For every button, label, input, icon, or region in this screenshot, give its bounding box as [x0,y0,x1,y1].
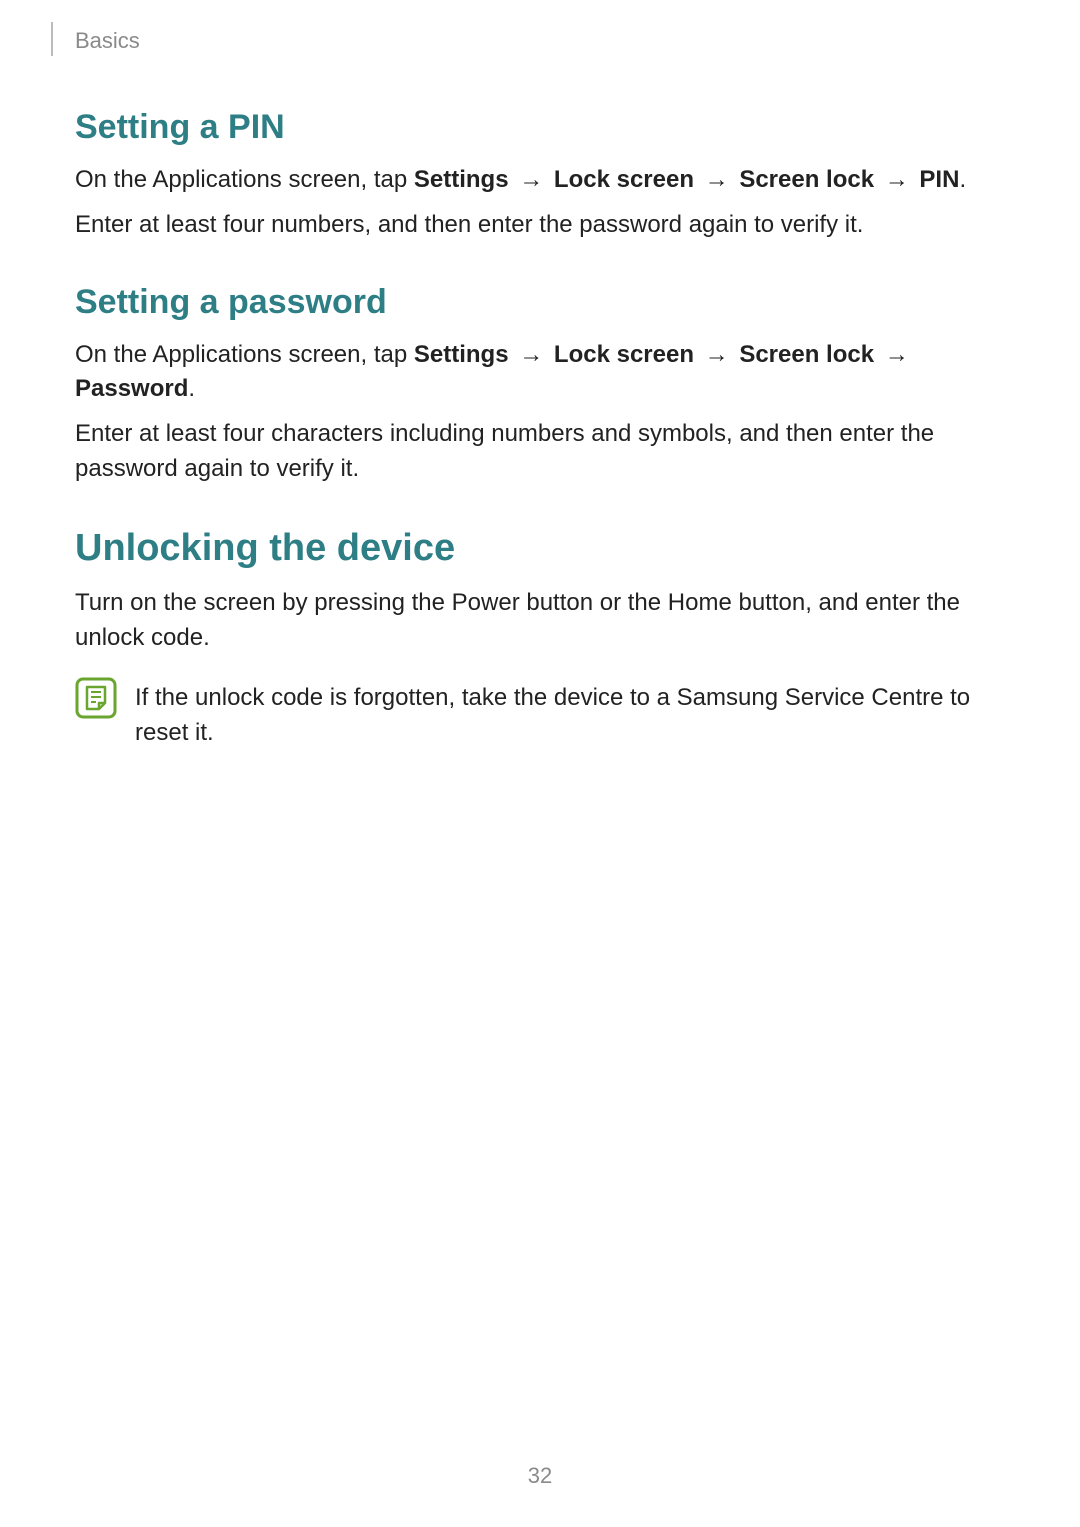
heading-setting-pin: Setting a PIN [75,108,1005,147]
pin-path-settings: Settings [414,166,509,193]
password-path-password: Password [75,375,188,402]
note-icon [75,677,117,719]
unlock-instruction: Turn on the screen by pressing the Power… [75,586,1005,656]
password-instruction-verify: Enter at least four characters including… [75,417,1005,487]
password-path-settings: Settings [414,341,509,368]
arrow-icon: → [694,341,739,368]
pin-intro-text: On the Applications screen, tap [75,166,414,193]
password-instruction-path: On the Applications screen, tap Settings… [75,338,1005,408]
period: . [188,375,195,402]
arrow-icon: → [509,166,554,193]
heading-unlocking-device: Unlocking the device [75,527,1005,570]
password-path-lockscreen: Lock screen [554,341,694,368]
heading-setting-password: Setting a password [75,283,1005,322]
period: . [959,166,966,193]
arrow-icon: → [694,166,739,193]
pin-path-screenlock: Screen lock [739,166,874,193]
note-block: If the unlock code is forgotten, take th… [75,675,1005,751]
arrow-icon: → [874,341,913,368]
password-intro-text: On the Applications screen, tap [75,341,414,368]
pin-instruction-path: On the Applications screen, tap Settings… [75,163,1005,198]
password-path-screenlock: Screen lock [739,341,874,368]
page-content: Setting a PIN On the Applications screen… [75,100,1005,751]
arrow-icon: → [874,166,919,193]
pin-path-pin: PIN [919,166,959,193]
pin-path-lockscreen: Lock screen [554,166,694,193]
pin-instruction-verify: Enter at least four numbers, and then en… [75,208,1005,243]
breadcrumb: Basics [75,28,140,54]
header-divider [51,22,53,56]
note-text: If the unlock code is forgotten, take th… [135,675,1005,751]
page-number: 32 [0,1463,1080,1489]
arrow-icon: → [509,341,554,368]
